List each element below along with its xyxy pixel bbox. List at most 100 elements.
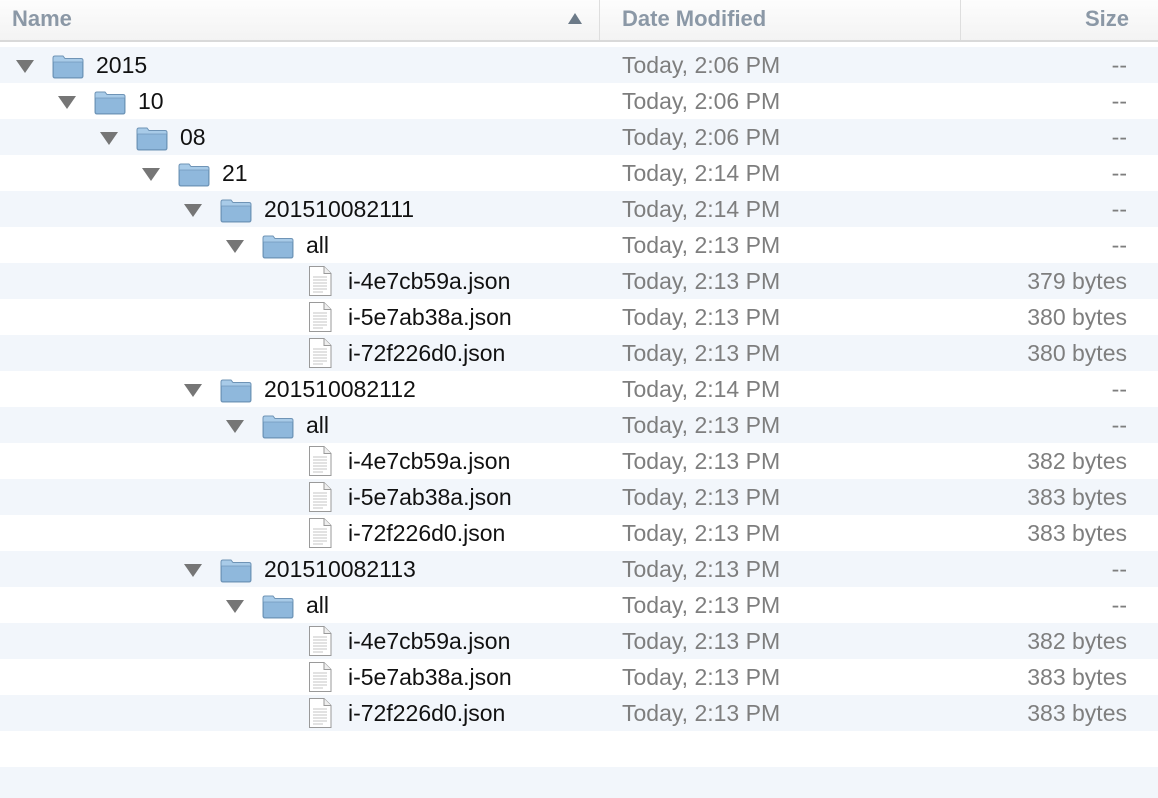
disclosure-triangle-expanded-icon[interactable]: [226, 240, 244, 253]
file-row[interactable]: i-5e7ab38a.json Today, 2:13 PM 383 bytes: [0, 659, 1158, 695]
disclosure-triangle-expanded-icon[interactable]: [184, 564, 202, 577]
date-modified-value: Today, 2:13 PM: [622, 556, 781, 582]
size-value: 383 bytes: [1027, 484, 1127, 510]
size-value: 383 bytes: [1027, 700, 1127, 726]
folder-icon: [136, 125, 168, 151]
folder-row[interactable]: 10 Today, 2:06 PM --: [0, 83, 1158, 119]
size-value: --: [1111, 376, 1127, 402]
file-name[interactable]: i-4e7cb59a.json: [348, 623, 510, 659]
document-icon: [308, 698, 332, 728]
file-row[interactable]: i-4e7cb59a.json Today, 2:13 PM 379 bytes: [0, 263, 1158, 299]
document-icon: [308, 626, 332, 656]
folder-row[interactable]: all Today, 2:13 PM --: [0, 227, 1158, 263]
folder-name[interactable]: 201510082113: [264, 551, 416, 587]
disclosure-triangle-expanded-icon[interactable]: [16, 60, 34, 73]
folder-icon: [262, 233, 294, 259]
file-row[interactable]: i-4e7cb59a.json Today, 2:13 PM 382 bytes: [0, 623, 1158, 659]
date-modified-value: Today, 2:13 PM: [622, 484, 781, 510]
empty-row: [0, 767, 1158, 798]
folder-name[interactable]: 201510082111: [264, 191, 414, 227]
date-modified-value: Today, 2:13 PM: [622, 592, 781, 618]
date-modified-value: Today, 2:13 PM: [622, 304, 781, 330]
folder-icon: [220, 557, 252, 583]
file-name[interactable]: i-4e7cb59a.json: [348, 263, 510, 299]
finder-list-view: Name Date Modified Size 2015 Today, 2:06 …: [0, 0, 1158, 798]
disclosure-triangle-expanded-icon[interactable]: [100, 132, 118, 145]
folder-name[interactable]: 10: [138, 83, 164, 119]
size-value: --: [1111, 556, 1127, 582]
disclosure-triangle-expanded-icon[interactable]: [58, 96, 76, 109]
size-value: 382 bytes: [1027, 628, 1127, 654]
file-name[interactable]: i-72f226d0.json: [348, 335, 505, 371]
folder-icon: [220, 377, 252, 403]
date-modified-value: Today, 2:14 PM: [622, 196, 781, 222]
folder-name[interactable]: 2015: [96, 47, 147, 83]
folder-icon: [178, 161, 210, 187]
sort-ascending-icon[interactable]: [568, 13, 582, 24]
folder-icon: [52, 53, 84, 79]
file-row[interactable]: i-4e7cb59a.json Today, 2:13 PM 382 bytes: [0, 443, 1158, 479]
file-name[interactable]: i-5e7ab38a.json: [348, 659, 512, 695]
file-row[interactable]: i-5e7ab38a.json Today, 2:13 PM 380 bytes: [0, 299, 1158, 335]
folder-row[interactable]: 2015 Today, 2:06 PM --: [0, 47, 1158, 83]
document-icon: [308, 446, 332, 476]
folder-row[interactable]: all Today, 2:13 PM --: [0, 407, 1158, 443]
folder-row[interactable]: 08 Today, 2:06 PM --: [0, 119, 1158, 155]
column-header: Name Date Modified Size: [0, 0, 1158, 42]
file-name[interactable]: i-5e7ab38a.json: [348, 479, 512, 515]
size-value: 379 bytes: [1027, 268, 1127, 294]
folder-row[interactable]: 21 Today, 2:14 PM --: [0, 155, 1158, 191]
size-column-label: Size: [1084, 6, 1129, 31]
size-value: --: [1111, 88, 1127, 114]
file-row[interactable]: i-72f226d0.json Today, 2:13 PM 383 bytes: [0, 515, 1158, 551]
folder-name[interactable]: 08: [180, 119, 206, 155]
file-name[interactable]: i-5e7ab38a.json: [348, 299, 512, 335]
date-modified-value: Today, 2:13 PM: [622, 232, 781, 258]
folder-row[interactable]: 201510082113 Today, 2:13 PM --: [0, 551, 1158, 587]
size-value: --: [1111, 196, 1127, 222]
folder-icon: [94, 89, 126, 115]
size-value: --: [1111, 52, 1127, 78]
date-modified-value: Today, 2:13 PM: [622, 448, 781, 474]
folder-row[interactable]: all Today, 2:13 PM --: [0, 587, 1158, 623]
folder-name[interactable]: all: [306, 227, 329, 263]
size-value: --: [1111, 592, 1127, 618]
document-icon: [308, 662, 332, 692]
folder-name[interactable]: 21: [222, 155, 248, 191]
date-modified-value: Today, 2:14 PM: [622, 160, 781, 186]
document-icon: [308, 518, 332, 548]
size-value: --: [1111, 160, 1127, 186]
empty-row: [0, 731, 1158, 767]
date-modified-value: Today, 2:13 PM: [622, 340, 781, 366]
size-value: 383 bytes: [1027, 520, 1127, 546]
file-row[interactable]: i-5e7ab38a.json Today, 2:13 PM 383 bytes: [0, 479, 1158, 515]
file-name[interactable]: i-4e7cb59a.json: [348, 443, 510, 479]
date-modified-column-header[interactable]: Date Modified: [599, 0, 961, 40]
name-column-header[interactable]: Name: [0, 0, 599, 40]
size-column-header[interactable]: Size: [960, 0, 1158, 40]
folder-icon: [262, 593, 294, 619]
disclosure-triangle-expanded-icon[interactable]: [142, 168, 160, 181]
disclosure-triangle-expanded-icon[interactable]: [184, 204, 202, 217]
document-icon: [308, 266, 332, 296]
folder-name[interactable]: all: [306, 587, 329, 623]
disclosure-triangle-expanded-icon[interactable]: [226, 600, 244, 613]
size-value: 380 bytes: [1027, 304, 1127, 330]
folder-name[interactable]: all: [306, 407, 329, 443]
file-row[interactable]: i-72f226d0.json Today, 2:13 PM 380 bytes: [0, 335, 1158, 371]
file-name[interactable]: i-72f226d0.json: [348, 515, 505, 551]
date-modified-value: Today, 2:06 PM: [622, 52, 781, 78]
disclosure-triangle-expanded-icon[interactable]: [184, 384, 202, 397]
folder-icon: [220, 197, 252, 223]
file-row[interactable]: i-72f226d0.json Today, 2:13 PM 383 bytes: [0, 695, 1158, 731]
folder-name[interactable]: 201510082112: [264, 371, 416, 407]
date-modified-value: Today, 2:13 PM: [622, 412, 781, 438]
date-modified-value: Today, 2:13 PM: [622, 520, 781, 546]
date-modified-value: Today, 2:13 PM: [622, 268, 781, 294]
file-name[interactable]: i-72f226d0.json: [348, 695, 505, 731]
folder-row[interactable]: 201510082112 Today, 2:14 PM --: [0, 371, 1158, 407]
disclosure-triangle-expanded-icon[interactable]: [226, 420, 244, 433]
size-value: --: [1111, 232, 1127, 258]
document-icon: [308, 338, 332, 368]
folder-row[interactable]: 201510082111 Today, 2:14 PM --: [0, 191, 1158, 227]
